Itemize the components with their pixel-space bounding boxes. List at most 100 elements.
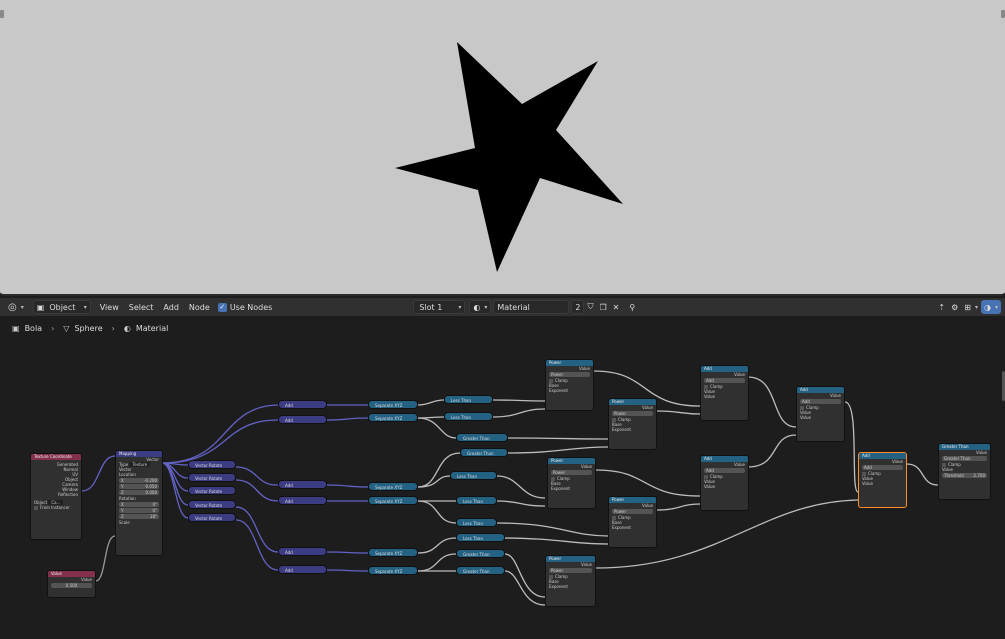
viewport-corner-left[interactable] xyxy=(0,10,4,18)
node-title: Texture Coordinate xyxy=(31,454,81,460)
vector-rotate-node[interactable]: Vector Rotate xyxy=(188,460,236,469)
rotation-y-field[interactable]: Y 0° xyxy=(119,508,159,513)
vector-add-node[interactable]: Add xyxy=(278,480,327,489)
duplicate-icon[interactable]: ❐ xyxy=(596,300,609,314)
math-add-node[interactable]: Add Value Add Clamp Value Value xyxy=(700,455,749,511)
editor-type-dropdown[interactable]: ◎ ▾ xyxy=(5,300,27,314)
fake-user-icon[interactable]: ⛉ xyxy=(584,300,596,314)
vector-rotate-node[interactable]: Vector Rotate xyxy=(188,500,236,509)
link xyxy=(326,484,369,488)
menu-node[interactable]: Node xyxy=(184,300,215,314)
power-node[interactable]: Power Value Power Clamp Base Exponent xyxy=(545,359,594,411)
type-dropdown[interactable]: Texture xyxy=(129,462,151,467)
power-node[interactable]: Power Value Power Clamp Base Exponent xyxy=(608,496,657,548)
separate-xyz-node[interactable]: Separate XYZ xyxy=(368,482,418,491)
separate-xyz-node[interactable]: Separate XYZ xyxy=(368,496,418,505)
threshold-field[interactable]: Threshold 2.700 xyxy=(942,473,987,478)
less-than-node[interactable]: Less Than xyxy=(456,496,497,505)
user-count[interactable]: 2 xyxy=(571,300,585,314)
material-browse-button[interactable]: ◐ ▾ xyxy=(469,300,492,314)
object-icon: ▣ xyxy=(36,302,45,312)
field-value: -0.200 xyxy=(144,478,157,483)
vector-rotate-node[interactable]: Vector Rotate xyxy=(188,486,236,495)
chevron-right-icon: › xyxy=(51,323,55,333)
menu-view[interactable]: View xyxy=(95,300,124,314)
vector-add-node[interactable]: Add xyxy=(278,496,327,505)
separate-xyz-node[interactable]: Separate XYZ xyxy=(368,400,418,409)
menu-add[interactable]: Add xyxy=(158,300,184,314)
vector-rotate-node[interactable]: Vector Rotate xyxy=(188,513,236,522)
material-name-field[interactable]: Material xyxy=(493,300,570,314)
axis-label: Z xyxy=(121,514,124,519)
greater-than-node[interactable]: Greater Than xyxy=(456,549,505,558)
location-y-field[interactable]: Y 0.050 xyxy=(119,484,159,489)
input-value: Value xyxy=(800,415,811,420)
link xyxy=(656,503,701,511)
greater-than-node[interactable]: Greater Than xyxy=(456,433,508,442)
operation-dropdown[interactable]: Power xyxy=(549,372,590,377)
overlay-icon: ◑ xyxy=(984,302,991,312)
node-canvas[interactable]: Texture Coordinate Generated Normal UV O… xyxy=(0,316,1005,639)
operation-dropdown[interactable]: Power xyxy=(612,411,653,416)
operation-dropdown[interactable]: Greater Than xyxy=(942,456,987,461)
operation-dropdown[interactable]: Power xyxy=(549,568,592,573)
separate-xyz-node[interactable]: Separate XYZ xyxy=(368,413,418,422)
snapping-dropdown[interactable]: ⊞ ▾ xyxy=(961,300,981,314)
chevron-right-icon: › xyxy=(111,323,115,333)
mapping-node[interactable]: Mapping Vector Type Texture Vector Locat… xyxy=(115,450,163,556)
less-than-node[interactable]: Less Than xyxy=(450,471,497,480)
greater-than-node[interactable]: Greater Than xyxy=(460,448,508,457)
rotation-x-field[interactable]: X 0° xyxy=(119,502,159,507)
slot-dropdown[interactable]: Slot 1 ▾ xyxy=(413,300,466,314)
value-node[interactable]: Value Value 0.500 xyxy=(47,570,96,598)
operation-dropdown[interactable]: Add xyxy=(704,378,745,383)
close-icon[interactable]: ✕ xyxy=(610,300,623,314)
object-mode-dropdown[interactable]: ▣ Object ▾ xyxy=(32,300,91,314)
viewport-corner-right[interactable] xyxy=(1001,10,1005,18)
power-node[interactable]: Power Value Power Clamp Base Exponent xyxy=(545,555,596,607)
location-x-field[interactable]: X -0.200 xyxy=(119,478,159,483)
snap-icon[interactable]: ⚙ xyxy=(948,300,961,314)
final-greater-than-node[interactable]: Greater Than Value Greater Than Clamp Va… xyxy=(938,443,991,500)
greater-than-node[interactable]: Greater Than xyxy=(456,566,505,575)
less-than-node[interactable]: Less Than xyxy=(456,518,497,527)
use-nodes-toggle[interactable]: ✓ Use Nodes xyxy=(215,300,276,314)
power-node[interactable]: Power Value Power Clamp Base Exponent xyxy=(547,457,596,509)
vector-add-node[interactable]: Add xyxy=(278,415,327,424)
operation-dropdown[interactable]: Add xyxy=(800,399,841,404)
output-value: Value xyxy=(581,562,592,567)
overlay-toggle[interactable]: ◑ ▾ xyxy=(981,300,1001,314)
less-than-node[interactable]: Less Than xyxy=(456,533,505,542)
separate-xyz-node[interactable]: Separate XYZ xyxy=(368,566,418,575)
math-add-node[interactable]: Add Value Add Clamp Value Value xyxy=(858,452,907,508)
rotation-z-field[interactable]: Z 18° xyxy=(119,514,159,519)
vector-add-node[interactable]: Add xyxy=(278,547,327,556)
location-z-field[interactable]: Z 0.000 xyxy=(119,490,159,495)
link xyxy=(747,434,797,468)
separate-xyz-node[interactable]: Separate XYZ xyxy=(368,548,418,557)
math-add-node[interactable]: Add Value Add Clamp Value Value xyxy=(700,365,749,421)
texture-coordinate-node[interactable]: Texture Coordinate Generated Normal UV O… xyxy=(30,453,82,540)
less-than-node[interactable]: Less Than xyxy=(444,412,493,421)
power-node[interactable]: Power Value Power Clamp Base Exponent xyxy=(608,398,657,450)
vector-rotate-node[interactable]: Vector Rotate xyxy=(188,473,236,482)
rotation-label: Rotation xyxy=(119,496,136,501)
link xyxy=(417,553,457,572)
menu-select[interactable]: Select xyxy=(124,300,159,314)
operation-dropdown[interactable]: Power xyxy=(612,509,653,514)
checkbox-icon[interactable] xyxy=(34,506,38,510)
operation-dropdown[interactable]: Add xyxy=(704,468,745,473)
3d-viewport[interactable] xyxy=(0,0,1005,296)
vector-add-node[interactable]: Add xyxy=(278,400,327,409)
math-add-node[interactable]: Add Value Add Clamp Value Value xyxy=(796,386,845,442)
value-field[interactable]: 0.500 xyxy=(51,583,92,588)
pin-icon[interactable]: ⚲ xyxy=(626,300,638,314)
operation-dropdown[interactable]: Add xyxy=(862,465,903,470)
parent-node-icon[interactable]: ⇡ xyxy=(935,300,948,314)
vector-add-node[interactable]: Add xyxy=(278,565,327,574)
link xyxy=(906,463,939,486)
operation-dropdown[interactable]: Power xyxy=(551,470,592,475)
less-than-node[interactable]: Less Than xyxy=(444,395,493,404)
axis-label: Y xyxy=(121,484,124,489)
input-value: Value xyxy=(704,484,715,489)
